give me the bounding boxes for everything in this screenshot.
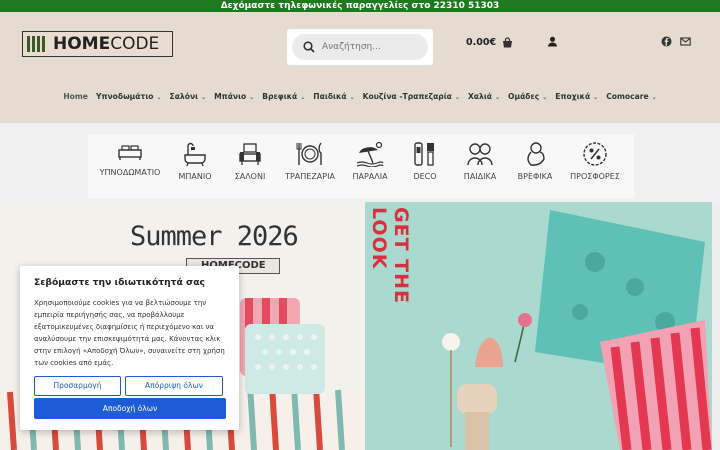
chevron-down-icon: ⌄ bbox=[542, 94, 548, 101]
cart-link[interactable]: 0.00€ bbox=[466, 37, 513, 48]
bed-icon bbox=[118, 145, 142, 160]
category-label: ΤΡΑΠΕΖΑΡΙΑ bbox=[285, 172, 335, 181]
search-input[interactable] bbox=[322, 42, 422, 52]
chevron-down-icon: ⌄ bbox=[495, 94, 501, 101]
chevron-down-icon: ⌄ bbox=[300, 94, 306, 101]
logo-mark-icon bbox=[25, 34, 49, 54]
reject-all-button[interactable]: Απόρριψη όλων bbox=[125, 376, 223, 396]
category-label: DECO bbox=[413, 172, 437, 181]
deco-icon bbox=[414, 142, 434, 166]
customize-button[interactable]: Προσαρμογή bbox=[34, 376, 121, 396]
search-field[interactable] bbox=[292, 34, 428, 60]
user-account-icon[interactable] bbox=[547, 36, 558, 47]
site-header: HOMECODE 0.00€ Home Υπνοδωμάτιο⌄ Σαλόνι⌄… bbox=[0, 12, 720, 123]
beach-umbrella-icon bbox=[356, 141, 384, 167]
nav-item-kids[interactable]: Παιδικά ⌄ bbox=[313, 92, 354, 106]
decor-illustration bbox=[442, 210, 712, 450]
nav-item-bathroom[interactable]: Μπάνιο ⌄ bbox=[214, 92, 254, 106]
bathtub-icon bbox=[184, 142, 206, 167]
kids-icon bbox=[467, 143, 493, 166]
nav-item-comocare[interactable]: Comocare ⌄ bbox=[606, 92, 656, 106]
accept-all-button[interactable]: Αποδοχή όλων bbox=[34, 398, 226, 419]
announcement-text: Δεχόμαστε τηλεφωνικές παραγγελίες στο 22… bbox=[220, 1, 500, 11]
nav-item-bedroom[interactable]: Υπνοδωμάτιο ⌄ bbox=[96, 92, 162, 106]
main-navigation: Home Υπνοδωμάτιο ⌄ Σαλόνι ⌄ Μπάνιο ⌄ Βρεφικ… bbox=[0, 92, 720, 106]
logo-text-code: CODE bbox=[110, 34, 160, 54]
cookie-title: Σεβόμαστε την ιδιωτικότητά σας bbox=[34, 277, 205, 288]
search-icon[interactable] bbox=[303, 41, 315, 53]
shopping-bag-icon[interactable] bbox=[502, 37, 513, 48]
category-label: ΥΠΝΟΔΩΜΑΤΙΟ bbox=[99, 168, 161, 177]
nav-item-kitchen-dining[interactable]: Κουζίνα -Τραπεζαρία ⌄ bbox=[363, 92, 460, 106]
chevron-down-icon: ⌄ bbox=[454, 94, 460, 101]
nav-item-baby[interactable]: Βρεφικά ⌄ bbox=[262, 92, 305, 106]
category-bedroom[interactable]: ΥΠΝΟΔΩΜΑΤΙΟ bbox=[95, 141, 165, 177]
nav-item-seasonal[interactable]: Εποχικά ⌄ bbox=[555, 92, 598, 106]
category-offers[interactable]: ΠΡΟΣΦΟΡΕΣ bbox=[560, 141, 630, 181]
category-label: ΣΑΛΟΝΙ bbox=[234, 172, 266, 181]
announcement-bar: Δεχόμαστε τηλεφωνικές παραγγελίες στο 22… bbox=[0, 0, 720, 12]
logo-text-home: HOME bbox=[53, 34, 111, 54]
cookie-consent-dialog: Σεβόμαστε την ιδιωτικότητά σας Χρησιμοπο… bbox=[20, 266, 239, 430]
hero-vertical-text: GET THE LOOK bbox=[368, 207, 412, 304]
cart-total: 0.00€ bbox=[466, 37, 497, 48]
category-label: ΠΑΡΑΛΙΑ bbox=[352, 172, 388, 181]
category-bar: ΥΠΝΟΔΩΜΑΤΙΟ ΜΠΑΝΙΟ ΣΑΛΟΝΙ ΤΡΑΠΕΖΑΡΙΑ ΠΑΡ… bbox=[0, 123, 720, 202]
facebook-icon[interactable] bbox=[661, 36, 672, 47]
cookie-description: Χρησιμοποιούμε cookies για να βελτιώσουμ… bbox=[34, 299, 225, 367]
nav-item-teams[interactable]: Ομάδες ⌄ bbox=[508, 92, 547, 106]
hero-right-panel bbox=[365, 202, 712, 450]
chevron-down-icon: ⌄ bbox=[651, 94, 657, 101]
nav-item-living-room[interactable]: Σαλόνι ⌄ bbox=[170, 92, 207, 106]
category-label: ΒΡΕΦΙΚΑ bbox=[517, 172, 553, 181]
page-scrollbar[interactable] bbox=[712, 202, 720, 450]
email-icon[interactable] bbox=[680, 36, 691, 47]
nav-item-home[interactable]: Home bbox=[63, 92, 88, 106]
hero-title: Summer 2026 bbox=[130, 221, 299, 252]
site-logo[interactable]: HOMECODE bbox=[22, 31, 173, 57]
percent-badge-icon bbox=[583, 142, 607, 166]
chevron-down-icon: ⌄ bbox=[156, 94, 162, 101]
category-label: ΠΑΙΔΙΚΑ bbox=[463, 172, 497, 181]
category-label: ΜΠΑΝΙΟ bbox=[178, 172, 212, 181]
chevron-down-icon: ⌄ bbox=[349, 94, 355, 101]
category-label: ΠΡΟΣΦΟΡΕΣ bbox=[570, 172, 620, 181]
search-box bbox=[287, 29, 433, 65]
chevron-down-icon: ⌄ bbox=[201, 94, 207, 101]
baby-icon bbox=[527, 142, 545, 166]
chevron-down-icon: ⌄ bbox=[593, 94, 599, 101]
plate-cutlery-icon bbox=[296, 142, 322, 165]
chevron-down-icon: ⌄ bbox=[249, 94, 255, 101]
nav-item-rugs[interactable]: Χαλιά ⌄ bbox=[468, 92, 500, 106]
sofa-icon bbox=[239, 143, 261, 165]
